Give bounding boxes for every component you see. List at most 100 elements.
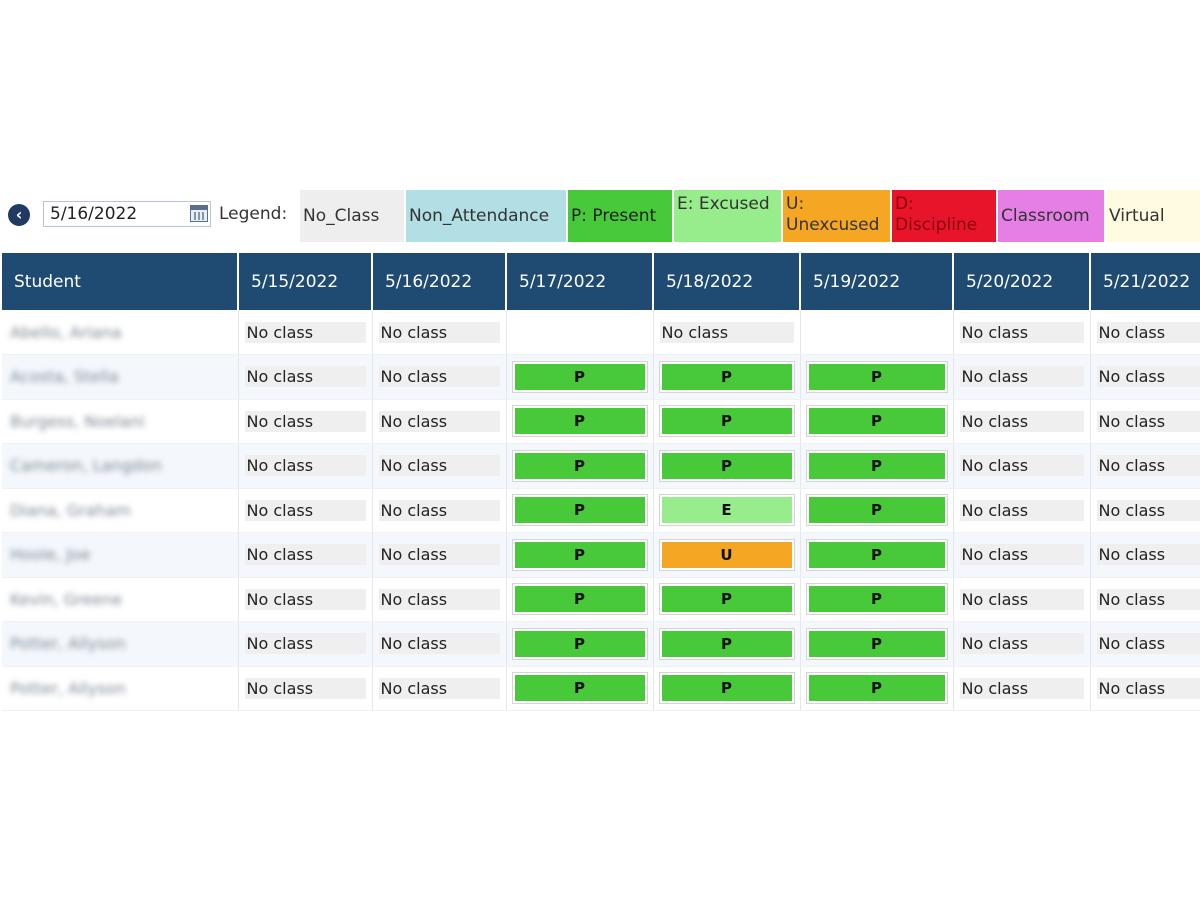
attendance-cell[interactable]: No class: [953, 399, 1091, 444]
attendance-cell[interactable]: U: [653, 532, 801, 578]
attendance-cell[interactable]: P: [506, 443, 654, 489]
student-name[interactable]: Potter, Allyson: [10, 679, 126, 698]
attendance-cell[interactable]: No class: [953, 443, 1091, 489]
attendance-mark-present[interactable]: P: [659, 584, 794, 615]
attendance-mark-present[interactable]: P: [659, 406, 794, 437]
attendance-cell[interactable]: No class: [238, 488, 373, 533]
attendance-mark-present[interactable]: P: [512, 361, 647, 392]
attendance-cell[interactable]: P: [506, 666, 654, 711]
attendance-cell[interactable]: P: [800, 488, 954, 533]
attendance-cell[interactable]: No class: [1090, 532, 1200, 578]
student-name[interactable]: Cameron, Langdon: [10, 456, 162, 475]
attendance-cell[interactable]: No class: [372, 666, 507, 711]
arrow-left-circle-icon[interactable]: ‹: [8, 204, 30, 226]
attendance-mark-present[interactable]: P: [806, 406, 947, 437]
attendance-mark-present[interactable]: P: [512, 628, 647, 659]
attendance-cell[interactable]: No class: [1090, 354, 1200, 400]
attendance-cell[interactable]: P: [506, 577, 654, 622]
attendance-cell[interactable]: No class: [372, 310, 507, 355]
attendance-cell[interactable]: P: [506, 532, 654, 578]
attendance-cell[interactable]: P: [800, 354, 954, 400]
student-name[interactable]: Hoole, Joe: [10, 545, 90, 564]
attendance-cell[interactable]: No class: [238, 399, 373, 444]
student-name[interactable]: Kevin, Greene: [10, 590, 122, 609]
attendance-mark-present[interactable]: P: [512, 406, 647, 437]
attendance-cell[interactable]: No class: [1090, 443, 1200, 489]
date-input[interactable]: [44, 202, 190, 226]
attendance-cell[interactable]: [506, 310, 654, 355]
attendance-cell[interactable]: No class: [953, 310, 1091, 355]
attendance-cell[interactable]: No class: [1090, 666, 1200, 711]
attendance-cell[interactable]: No class: [238, 532, 373, 578]
attendance-mark-present[interactable]: P: [806, 584, 947, 615]
attendance-mark-unexcused[interactable]: U: [659, 539, 794, 570]
student-name[interactable]: Diana, Graham: [10, 501, 131, 520]
attendance-cell[interactable]: P: [506, 399, 654, 444]
attendance-cell[interactable]: No class: [238, 621, 373, 667]
date-picker[interactable]: [43, 201, 211, 227]
calendar-icon[interactable]: [190, 205, 208, 222]
attendance-cell[interactable]: P: [800, 621, 954, 667]
attendance-mark-present[interactable]: P: [806, 495, 947, 526]
attendance-mark-present[interactable]: P: [806, 539, 947, 570]
attendance-cell[interactable]: [800, 310, 954, 355]
attendance-cell[interactable]: P: [653, 666, 801, 711]
attendance-cell[interactable]: P: [800, 577, 954, 622]
attendance-cell[interactable]: No class: [372, 443, 507, 489]
attendance-cell[interactable]: No class: [1090, 310, 1200, 355]
student-name[interactable]: Acosta, Stella: [10, 367, 119, 386]
attendance-mark-present[interactable]: P: [512, 673, 647, 704]
attendance-mark-present[interactable]: P: [512, 584, 647, 615]
attendance-cell[interactable]: No class: [953, 488, 1091, 533]
attendance-mark-present[interactable]: P: [512, 539, 647, 570]
attendance-cell[interactable]: P: [653, 621, 801, 667]
attendance-cell[interactable]: No class: [238, 577, 373, 622]
attendance-cell[interactable]: P: [506, 621, 654, 667]
attendance-cell[interactable]: P: [653, 354, 801, 400]
attendance-cell[interactable]: No class: [238, 310, 373, 355]
attendance-mark-present[interactable]: P: [659, 628, 794, 659]
attendance-cell[interactable]: No class: [953, 532, 1091, 578]
attendance-cell[interactable]: No class: [372, 621, 507, 667]
attendance-cell[interactable]: No class: [1090, 399, 1200, 444]
attendance-cell[interactable]: No class: [238, 443, 373, 489]
attendance-cell[interactable]: P: [800, 532, 954, 578]
attendance-cell[interactable]: No class: [238, 666, 373, 711]
attendance-cell[interactable]: P: [653, 399, 801, 444]
attendance-cell[interactable]: No class: [953, 621, 1091, 667]
attendance-cell[interactable]: P: [653, 577, 801, 622]
student-name[interactable]: Burgess, Noelani: [10, 412, 145, 431]
attendance-cell[interactable]: No class: [372, 577, 507, 622]
attendance-cell[interactable]: P: [800, 399, 954, 444]
attendance-cell[interactable]: No class: [653, 310, 801, 355]
attendance-cell[interactable]: P: [653, 443, 801, 489]
attendance-cell[interactable]: P: [506, 354, 654, 400]
attendance-mark-present[interactable]: P: [806, 450, 947, 481]
attendance-cell[interactable]: No class: [372, 488, 507, 533]
attendance-mark-present[interactable]: P: [512, 450, 647, 481]
attendance-cell[interactable]: No class: [1090, 577, 1200, 622]
attendance-mark-present[interactable]: P: [659, 361, 794, 392]
attendance-cell[interactable]: No class: [1090, 488, 1200, 533]
attendance-cell[interactable]: No class: [372, 532, 507, 578]
attendance-cell[interactable]: No class: [1090, 621, 1200, 667]
attendance-cell[interactable]: P: [800, 443, 954, 489]
attendance-cell[interactable]: No class: [372, 354, 507, 400]
attendance-mark-present[interactable]: P: [806, 628, 947, 659]
attendance-cell[interactable]: E: [653, 488, 801, 533]
student-name[interactable]: Potter, Allyson: [10, 634, 126, 653]
attendance-mark-present[interactable]: P: [512, 495, 647, 526]
attendance-cell[interactable]: No class: [953, 666, 1091, 711]
attendance-cell[interactable]: P: [506, 488, 654, 533]
student-name[interactable]: Abello, Ariana: [10, 323, 122, 342]
attendance-mark-present[interactable]: P: [659, 450, 794, 481]
attendance-cell[interactable]: No class: [953, 354, 1091, 400]
attendance-mark-excused[interactable]: E: [659, 495, 794, 526]
attendance-mark-present[interactable]: P: [806, 361, 947, 392]
attendance-cell[interactable]: No class: [372, 399, 507, 444]
attendance-mark-present[interactable]: P: [659, 673, 794, 704]
attendance-mark-present[interactable]: P: [806, 673, 947, 704]
attendance-cell[interactable]: No class: [953, 577, 1091, 622]
attendance-cell[interactable]: P: [800, 666, 954, 711]
attendance-cell[interactable]: No class: [238, 354, 373, 400]
